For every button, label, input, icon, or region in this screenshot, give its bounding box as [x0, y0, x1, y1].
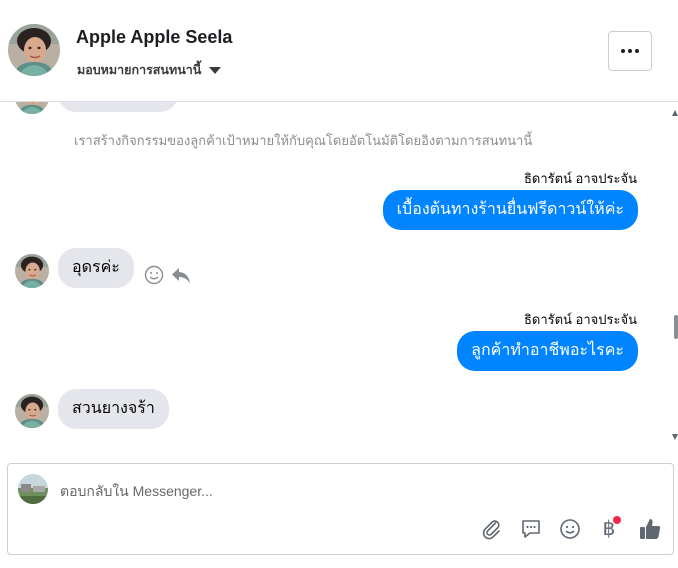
- scrollbar-thumb[interactable]: [674, 315, 678, 339]
- message-thread[interactable]: เราสร้างกิจกรรมของลูกค้าเป้าหมายให้กับคุ…: [0, 102, 672, 454]
- message-bubble-outgoing[interactable]: ลูกค้าทำอาชีพอะไรคะ: [457, 331, 638, 371]
- thread-scrollbar[interactable]: [672, 102, 678, 454]
- system-note: เราสร้างกิจกรรมของลูกค้าเป้าหมายให้กับคุ…: [74, 133, 533, 148]
- speech-bubble-icon[interactable]: [518, 516, 544, 542]
- message-sender-name: ธิดารัตน์ อาจประจัน: [523, 171, 637, 186]
- more-options-button[interactable]: [608, 31, 652, 71]
- contact-avatar-small: [15, 394, 49, 428]
- dot-icon: [628, 49, 632, 53]
- scroll-up-arrow-icon[interactable]: [672, 110, 678, 116]
- dot-icon: [621, 49, 625, 53]
- notification-dot: [613, 516, 621, 524]
- conversation-header: Apple Apple Seela มอบหมายการสนทนานี้: [0, 0, 678, 102]
- message-bubble-incoming[interactable]: สวนยางจร้า: [58, 389, 169, 429]
- baht-icon[interactable]: ฿: [596, 516, 622, 542]
- assign-conversation-dropdown[interactable]: มอบหมายการสนทนานี้: [77, 60, 222, 80]
- thumbs-up-icon[interactable]: [637, 516, 663, 542]
- contact-avatar-small: [15, 102, 49, 114]
- message-sender-name: ธิดารัตน์ อาจประจัน: [523, 312, 637, 327]
- contact-avatar[interactable]: [8, 24, 60, 76]
- message-bubble-outgoing[interactable]: เบื้องต้นทางร้านยื่นฟรีดาวน์ให้ค่ะ: [382, 190, 638, 230]
- scroll-down-arrow-icon[interactable]: [672, 434, 678, 440]
- assign-conversation-label: มอบหมายการสนทนานี้: [77, 63, 202, 77]
- reply-composer: ฿: [7, 463, 674, 555]
- message-bubble-incoming-cut[interactable]: [58, 102, 178, 112]
- dot-icon: [635, 49, 639, 53]
- contact-name[interactable]: Apple Apple Seela: [76, 27, 232, 48]
- page-avatar: [18, 474, 48, 504]
- react-smiley-icon[interactable]: [144, 265, 164, 290]
- reply-input[interactable]: [60, 480, 480, 502]
- caret-down-icon: [209, 66, 222, 74]
- message-bubble-incoming[interactable]: อุดรค่ะ: [58, 248, 134, 288]
- contact-avatar-small: [15, 254, 49, 288]
- reply-arrow-icon[interactable]: [171, 265, 191, 290]
- paperclip-icon[interactable]: [479, 516, 505, 542]
- smiley-icon[interactable]: [557, 516, 583, 542]
